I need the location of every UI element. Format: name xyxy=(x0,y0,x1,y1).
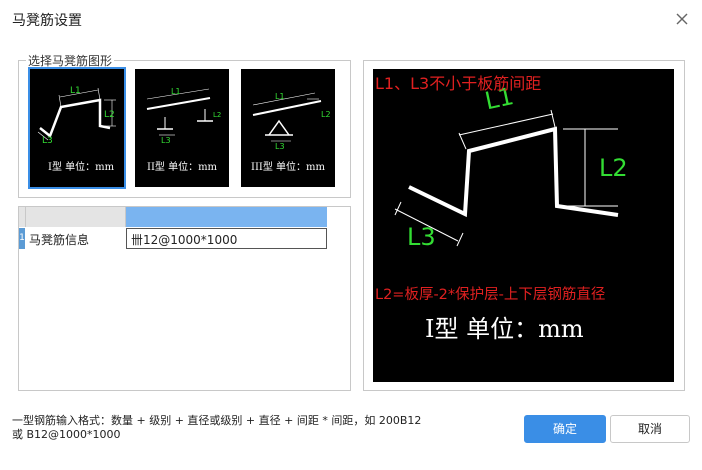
close-icon[interactable] xyxy=(673,10,691,28)
shape-type-3-diagram: L1 L2 L3 III型 单位：mm xyxy=(251,92,331,173)
type-2-l3-label: L3 xyxy=(161,136,171,145)
shape-type-2-diagram: L1 L2 L3 II型 单位：mm xyxy=(146,87,221,173)
shape-type-2-card[interactable]: L1 L2 L3 II型 单位：mm xyxy=(135,69,229,187)
type-1-l3-label: L3 xyxy=(42,136,53,146)
dialog-title: 马凳筋设置 xyxy=(12,13,82,29)
grid-header xyxy=(19,207,350,227)
preview-l2-label: L2 xyxy=(599,154,628,182)
type-3-l2-label: L2 xyxy=(321,110,331,119)
annotation-2-text: L2=板厚-2*保护层-上下层钢筋直径 xyxy=(375,285,605,303)
rebar-info-value: 卌12@1000*1000 xyxy=(131,233,238,247)
rebar-info-input[interactable]: 卌12@1000*1000 xyxy=(126,228,327,249)
grid-header-value-col xyxy=(126,207,327,227)
cancel-button[interactable]: 取消 xyxy=(610,415,690,443)
annotation-1-text: L1、L3不小于板筋间距 xyxy=(375,74,541,93)
type-2-label: II型 单位：mm xyxy=(147,160,218,173)
type-3-l1-label: L1 xyxy=(275,92,285,101)
type-3-l3-label: L3 xyxy=(275,142,285,151)
row-name-cell: 马凳筋信息 xyxy=(29,233,90,247)
preview-canvas: L1 L2 L3 I型 单位：mm 1 L1、L3不小于板筋间距 2 L2=板厚… xyxy=(351,69,674,382)
preview-type-label: I型 单位：mm xyxy=(425,315,584,343)
input-format-hint: 一型钢筋输入格式：数量 + 级别 + 直径或级别 + 直径 + 间距 * 间距，… xyxy=(12,414,512,442)
hint-line-2: 或 B12@1000*1000 xyxy=(12,428,121,441)
grid-header-name-col xyxy=(26,207,126,227)
grid-header-rownum xyxy=(19,207,26,227)
type-1-l1-label: L1 xyxy=(70,86,81,96)
type-1-label: I型 单位：mm xyxy=(48,160,115,173)
shape-type-1-card[interactable]: L1 L2 L3 I型 单位：mm xyxy=(28,67,126,189)
title-bar: 马凳筋设置 xyxy=(0,0,702,38)
shape-group-legend: 选择马凳筋图形 xyxy=(26,52,115,69)
property-grid: 1 马凳筋信息 卌12@1000*1000 xyxy=(18,206,351,391)
type-3-label: III型 单位：mm xyxy=(251,160,326,173)
hint-line-1: 一型钢筋输入格式：数量 + 级别 + 直径或级别 + 直径 + 间距 * 间距，… xyxy=(12,414,422,427)
shape-type-1-diagram: L1 L2 L3 I型 单位：mm xyxy=(37,86,116,173)
row-number: 1 xyxy=(19,228,25,249)
shape-type-3-card[interactable]: L1 L2 L3 III型 单位：mm xyxy=(241,69,335,187)
preview-diagram: L1 L2 L3 I型 单位：mm 1 L1、L3不小于板筋间距 2 L2=板厚… xyxy=(351,70,628,343)
ok-button[interactable]: 确定 xyxy=(524,415,606,443)
type-1-l2-label: L2 xyxy=(104,110,115,120)
preview-l3-label: L3 xyxy=(407,223,436,251)
type-2-l1-label: L1 xyxy=(171,87,181,96)
table-row: 1 马凳筋信息 卌12@1000*1000 xyxy=(19,228,350,249)
type-2-l2-label: L2 xyxy=(213,111,221,119)
